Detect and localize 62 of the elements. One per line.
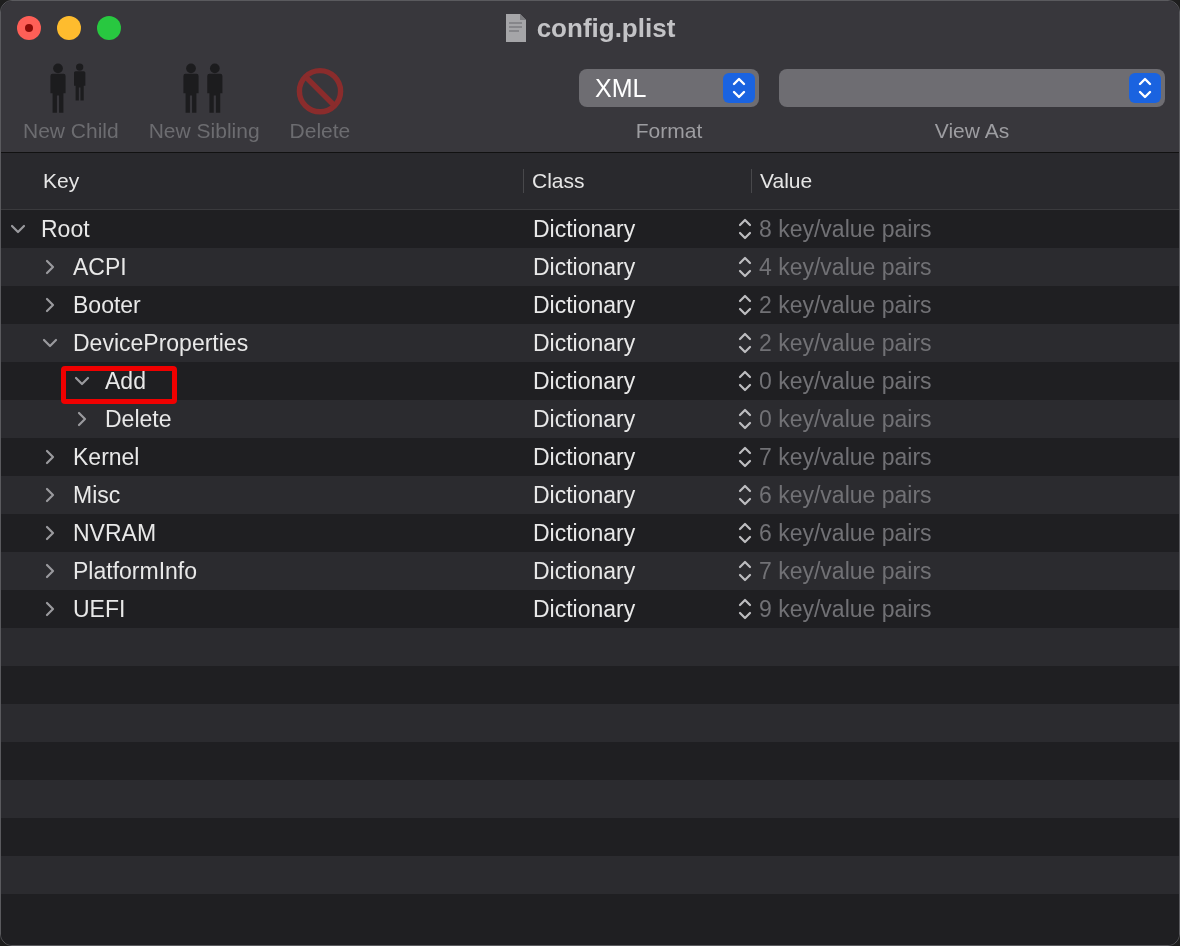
class-cell-text: Dictionary bbox=[532, 253, 637, 281]
column-header[interactable]: Key bbox=[43, 169, 80, 192]
table-row[interactable]: ACPI Dictionary 4 key/value pairs bbox=[1, 248, 1179, 286]
format-label: Format bbox=[635, 119, 703, 143]
window-title: config.plist bbox=[536, 12, 676, 44]
value-cell: 2 key/value pairs bbox=[759, 329, 932, 357]
value-cell: 7 key/value pairs bbox=[759, 557, 932, 585]
class-cell-text: Dictionary bbox=[532, 443, 637, 471]
stepper-icon[interactable] bbox=[736, 482, 754, 508]
table-row[interactable]: Misc Dictionary 6 key/value pairs bbox=[1, 476, 1179, 514]
key-cell: UEFI bbox=[73, 595, 126, 623]
stepper-icon[interactable] bbox=[736, 520, 754, 546]
stepper-icon[interactable] bbox=[736, 368, 754, 394]
value-cell: 6 key/value pairs bbox=[759, 519, 932, 547]
column-header[interactable]: Value bbox=[760, 169, 813, 192]
stepper-icon[interactable] bbox=[736, 216, 754, 242]
minimize-button[interactable] bbox=[57, 16, 81, 40]
key-cell: DeviceProperties bbox=[73, 329, 249, 357]
key-cell: PlatformInfo bbox=[73, 557, 197, 585]
class-cell-text: Dictionary bbox=[532, 215, 637, 243]
value-cell: 2 key/value pairs bbox=[759, 291, 932, 319]
value-cell: 7 key/value pairs bbox=[759, 443, 932, 471]
value-cell: 0 key/value pairs bbox=[759, 405, 932, 433]
stepper-icon[interactable] bbox=[736, 330, 754, 356]
value-cell: 0 key/value pairs bbox=[759, 367, 932, 395]
class-cell-text: Dictionary bbox=[532, 481, 637, 509]
table-row[interactable]: Delete Dictionary 0 key/value pairs bbox=[1, 400, 1179, 438]
close-button[interactable] bbox=[17, 16, 41, 40]
stepper-icon[interactable] bbox=[736, 292, 754, 318]
stepper-icon[interactable] bbox=[736, 406, 754, 432]
class-cell-text: Dictionary bbox=[532, 519, 637, 547]
value-cell: 6 key/value pairs bbox=[759, 481, 932, 509]
document-icon bbox=[504, 13, 527, 43]
stepper-icon bbox=[1136, 75, 1154, 101]
stepper-icon[interactable] bbox=[736, 254, 754, 280]
class-cell-text: Dictionary bbox=[532, 367, 637, 395]
value-cell: 9 key/value pairs bbox=[759, 595, 932, 623]
class-cell-text: Dictionary bbox=[532, 291, 637, 319]
class-cell-text: Dictionary bbox=[532, 595, 637, 623]
key-cell: NVRAM bbox=[73, 519, 157, 547]
stepper-icon[interactable] bbox=[736, 596, 754, 622]
class-cell-text: Dictionary bbox=[532, 557, 637, 585]
format-dropdown[interactable]: XML bbox=[579, 69, 759, 107]
column-header[interactable]: Class bbox=[532, 169, 585, 192]
stepper-icon[interactable] bbox=[736, 444, 754, 470]
key-cell: Add bbox=[105, 367, 146, 395]
key-cell: Misc bbox=[73, 481, 121, 509]
class-cell-text: Dictionary bbox=[532, 329, 637, 357]
zoom-button[interactable] bbox=[97, 16, 121, 40]
view-as-label: View As bbox=[934, 119, 1010, 143]
key-cell: Booter bbox=[73, 291, 141, 319]
table-row[interactable]: PlatformInfo Dictionary 7 key/value pairs bbox=[1, 552, 1179, 590]
class-cell-text: Dictionary bbox=[532, 405, 637, 433]
key-cell: Delete bbox=[105, 405, 172, 433]
stepper-icon bbox=[730, 75, 748, 101]
value-cell: 4 key/value pairs bbox=[759, 253, 932, 281]
table-row[interactable]: DeviceProperties Dictionary 2 key/value pairs bbox=[1, 324, 1179, 362]
stepper-icon[interactable] bbox=[736, 558, 754, 584]
key-cell: Root bbox=[41, 215, 90, 243]
key-cell: ACPI bbox=[73, 253, 127, 281]
key-cell: Kernel bbox=[73, 443, 140, 471]
value-cell: 8 key/value pairs bbox=[759, 215, 932, 243]
